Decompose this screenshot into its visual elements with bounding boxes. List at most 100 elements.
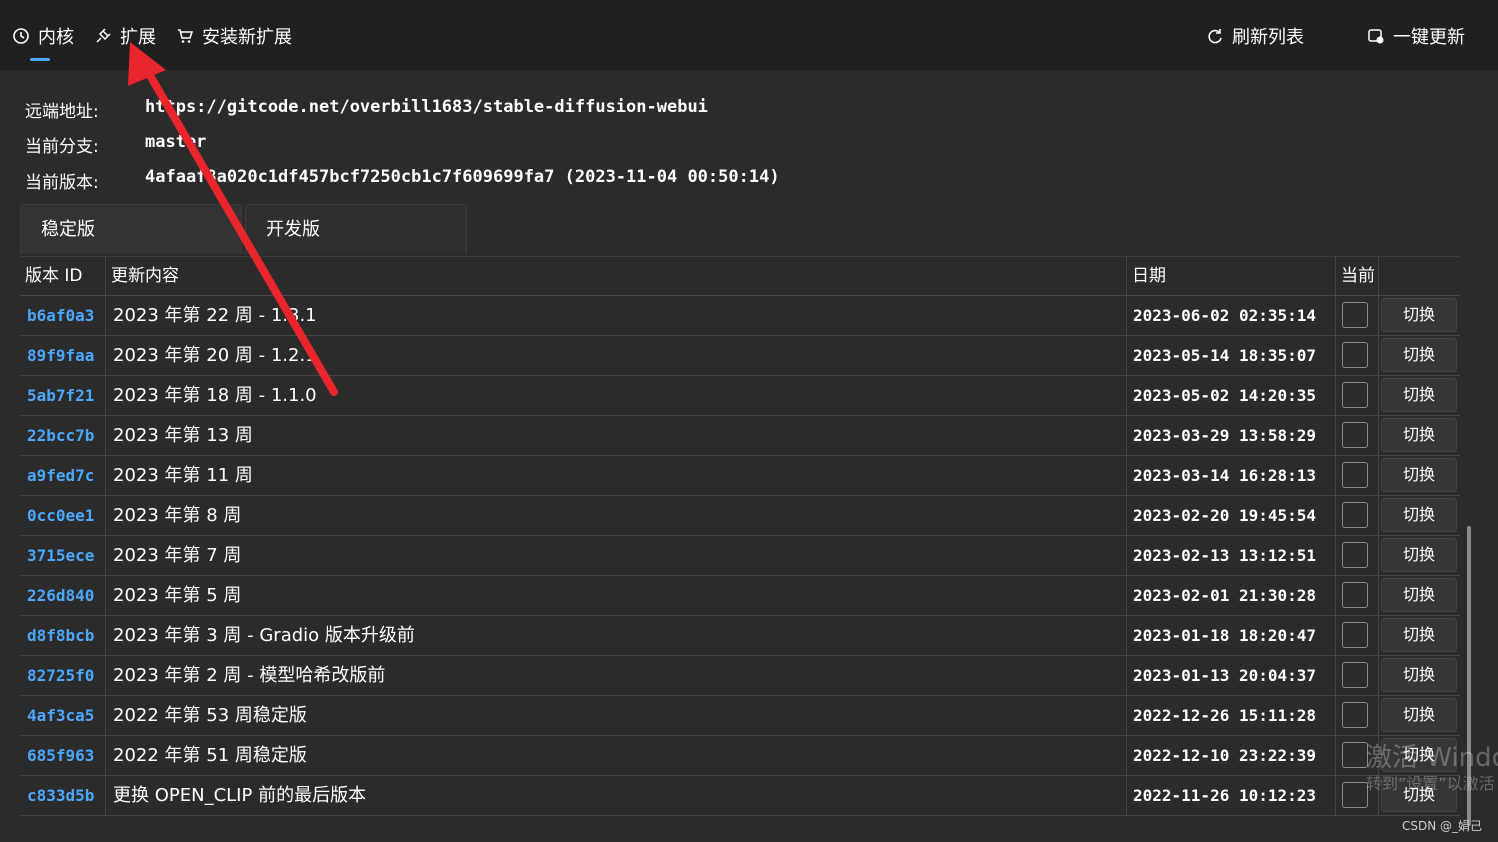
row-current-cell: [1336, 456, 1379, 495]
table-row[interactable]: d8f8bcb 2023 年第 3 周 - Gradio 版本升级前 2023-…: [20, 616, 1460, 656]
table-row[interactable]: 22bcc7b 2023 年第 13 周 2023-03-29 13:58:29…: [20, 416, 1460, 456]
row-current-cell: [1336, 376, 1379, 415]
nav-install-tab[interactable]: 安装新扩展: [176, 22, 292, 50]
table-row[interactable]: 685f963 2022 年第 51 周稳定版 2022-12-10 23:22…: [20, 736, 1460, 776]
switch-button[interactable]: 切换: [1381, 658, 1457, 692]
row-description: 2023 年第 8 周: [106, 496, 1127, 535]
row-description: 2023 年第 7 周: [106, 536, 1127, 575]
table-row[interactable]: c833d5b 更换 OPEN_CLIP 前的最后版本 2022-11-26 1…: [20, 776, 1460, 816]
header-current[interactable]: 当前: [1336, 257, 1379, 295]
windows-activation-hint: 转到“设置”以激活: [1366, 774, 1495, 793]
remote-url-label: 远端地址:: [25, 102, 99, 122]
nav-kernel-tab[interactable]: 内核: [12, 22, 74, 50]
current-checkbox[interactable]: [1342, 662, 1368, 688]
refresh-list-label: 刷新列表: [1232, 27, 1304, 48]
row-date: 2022-11-26 10:12:23: [1127, 776, 1336, 815]
history-icon: [12, 27, 30, 45]
row-version-id[interactable]: 0cc0ee1: [20, 496, 106, 535]
header-desc[interactable]: 更新内容: [106, 257, 1127, 295]
switch-button[interactable]: 切换: [1381, 498, 1457, 532]
row-version-id[interactable]: a9fed7c: [20, 456, 106, 495]
table-row[interactable]: 226d840 2023 年第 5 周 2023-02-01 21:30:28 …: [20, 576, 1460, 616]
row-description: 更换 OPEN_CLIP 前的最后版本: [106, 776, 1127, 815]
table-row[interactable]: b6af0a3 2023 年第 22 周 - 1.3.1 2023-06-02 …: [20, 296, 1460, 336]
switch-button[interactable]: 切换: [1381, 458, 1457, 492]
version-table: 版本 ID 更新内容 日期 当前 b6af0a3 2023 年第 22 周 - …: [20, 256, 1460, 842]
row-action-cell: 切换: [1379, 296, 1460, 335]
row-version-id[interactable]: 5ab7f21: [20, 376, 106, 415]
header-action: [1379, 257, 1460, 295]
table-row[interactable]: 4af3ca5 2022 年第 53 周稳定版 2022-12-26 15:11…: [20, 696, 1460, 736]
current-checkbox[interactable]: [1342, 342, 1368, 368]
row-version-id[interactable]: 226d840: [20, 576, 106, 615]
nav-extensions-tab[interactable]: 扩展: [94, 22, 156, 50]
row-action-cell: 切换: [1379, 376, 1460, 415]
row-version-id[interactable]: 3715ece: [20, 536, 106, 575]
current-checkbox[interactable]: [1342, 622, 1368, 648]
row-version-id[interactable]: b6af0a3: [20, 296, 106, 335]
current-checkbox[interactable]: [1342, 582, 1368, 608]
current-checkbox[interactable]: [1342, 382, 1368, 408]
row-description: 2023 年第 13 周: [106, 416, 1127, 455]
current-checkbox[interactable]: [1342, 302, 1368, 328]
row-version-id[interactable]: 4af3ca5: [20, 696, 106, 735]
row-date: 2023-03-29 13:58:29: [1127, 416, 1336, 455]
current-checkbox[interactable]: [1342, 742, 1368, 768]
row-version-id[interactable]: 82725f0: [20, 656, 106, 695]
row-current-cell: [1336, 536, 1379, 575]
row-current-cell: [1336, 696, 1379, 735]
update-all-label: 一键更新: [1393, 27, 1465, 48]
current-checkbox[interactable]: [1342, 542, 1368, 568]
switch-button[interactable]: 切换: [1381, 338, 1457, 372]
switch-button[interactable]: 切换: [1381, 538, 1457, 572]
tab-stable[interactable]: 稳定版: [20, 204, 242, 254]
current-checkbox[interactable]: [1342, 422, 1368, 448]
table-row[interactable]: 3715ece 2023 年第 7 周 2023-02-13 13:12:51 …: [20, 536, 1460, 576]
table-row[interactable]: 82725f0 2023 年第 2 周 - 模型哈希改版前 2023-01-13…: [20, 656, 1460, 696]
switch-button[interactable]: 切换: [1381, 698, 1457, 732]
row-date: 2023-05-14 18:35:07: [1127, 336, 1336, 375]
switch-button[interactable]: 切换: [1381, 578, 1457, 612]
table-row[interactable]: 89f9faa 2023 年第 20 周 - 1.2.1 2023-05-14 …: [20, 336, 1460, 376]
table-row[interactable]: a9fed7c 2023 年第 11 周 2023-03-14 16:28:13…: [20, 456, 1460, 496]
header-date[interactable]: 日期: [1127, 257, 1336, 295]
table-row[interactable]: 0cc0ee1 2023 年第 8 周 2023-02-20 19:45:54 …: [20, 496, 1460, 536]
switch-button[interactable]: 切换: [1381, 418, 1457, 452]
current-checkbox[interactable]: [1342, 462, 1368, 488]
update-all-button[interactable]: 一键更新: [1367, 22, 1465, 50]
active-tab-indicator: [30, 58, 50, 61]
current-checkbox[interactable]: [1342, 782, 1368, 808]
refresh-icon: [1206, 27, 1224, 45]
switch-button[interactable]: 切换: [1381, 378, 1457, 412]
row-current-cell: [1336, 616, 1379, 655]
current-checkbox[interactable]: [1342, 502, 1368, 528]
row-current-cell: [1336, 336, 1379, 375]
row-version-id[interactable]: 685f963: [20, 736, 106, 775]
refresh-list-button[interactable]: 刷新列表: [1206, 22, 1304, 50]
table-row[interactable]: 5ab7f21 2023 年第 18 周 - 1.1.0 2023-05-02 …: [20, 376, 1460, 416]
row-action-cell: 切换: [1379, 616, 1460, 655]
row-date: 2023-02-01 21:30:28: [1127, 576, 1336, 615]
current-checkbox[interactable]: [1342, 702, 1368, 728]
switch-button[interactable]: 切换: [1381, 618, 1457, 652]
top-navigation-bar: 内核 扩展 安装新扩展 刷新列表 一键更新: [0, 0, 1498, 70]
switch-button[interactable]: 切换: [1381, 298, 1457, 332]
row-date: 2023-01-18 18:20:47: [1127, 616, 1336, 655]
header-id[interactable]: 版本 ID: [20, 257, 106, 295]
tab-dev[interactable]: 开发版: [245, 204, 467, 254]
version-value: 4afaaf8a020c1df457bcf7250cb1c7f609699fa7…: [145, 167, 780, 187]
row-action-cell: 切换: [1379, 656, 1460, 695]
row-current-cell: [1336, 656, 1379, 695]
row-action-cell: 切换: [1379, 696, 1460, 735]
row-version-id[interactable]: c833d5b: [20, 776, 106, 815]
plug-icon: [94, 27, 112, 45]
row-version-id[interactable]: 89f9faa: [20, 336, 106, 375]
cart-icon: [176, 27, 194, 45]
row-version-id[interactable]: d8f8bcb: [20, 616, 106, 655]
row-description: 2023 年第 11 周: [106, 456, 1127, 495]
nav-extensions-label: 扩展: [120, 27, 156, 48]
version-label: 当前版本:: [25, 173, 99, 193]
row-version-id[interactable]: 22bcc7b: [20, 416, 106, 455]
update-icon: [1367, 27, 1385, 45]
row-date: 2022-12-26 15:11:28: [1127, 696, 1336, 735]
